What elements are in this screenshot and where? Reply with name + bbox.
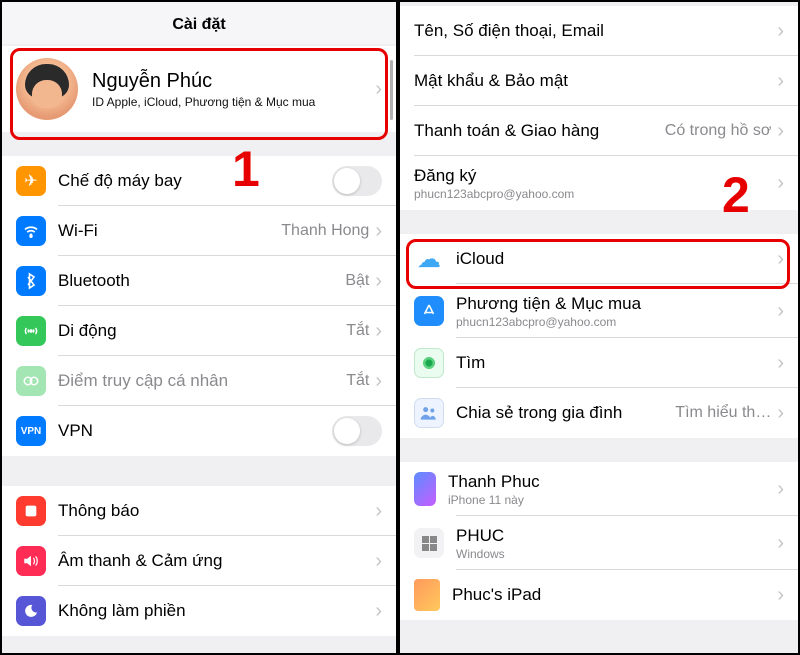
row-label: Chia sẻ trong gia đình [456, 403, 675, 423]
device-windows-row[interactable]: PHUC Windows › [400, 516, 798, 570]
row-label: VPN [58, 421, 332, 441]
page-title: Cài đặt [2, 2, 396, 44]
chevron-right-icon: › [375, 550, 382, 573]
chevron-right-icon: › [777, 532, 784, 555]
notifications-row[interactable]: Thông báo › [2, 486, 396, 536]
vpn-icon: VPN [16, 416, 46, 446]
appstore-icon [414, 296, 444, 326]
chevron-right-icon: › [375, 320, 382, 343]
icloud-row[interactable]: ☁ iCloud › [400, 234, 798, 284]
row-subtitle: phucn123abcpro@yahoo.com [414, 187, 777, 201]
find-icon [414, 348, 444, 378]
dnd-row[interactable]: Không làm phiền › [2, 586, 396, 636]
row-label: Bluetooth [58, 271, 345, 291]
row-label: Di động [58, 321, 346, 341]
row-label: Không làm phiền [58, 601, 375, 621]
apple-id-profile-row[interactable]: Nguyễn Phúc ID Apple, iCloud, Phương tiệ… [2, 46, 396, 132]
row-label: Điểm truy cập cá nhân [58, 371, 346, 391]
apple-id-panel-right: Tên, Số điện thoại, Email › Mật khẩu & B… [400, 2, 798, 653]
chevron-right-icon: › [375, 500, 382, 523]
chevron-right-icon: › [777, 172, 784, 195]
row-subtitle: iPhone 11 này [448, 493, 777, 507]
row-subtitle: phucn123abcpro@yahoo.com [456, 315, 777, 329]
row-label: iCloud [456, 249, 777, 269]
row-label: Phương tiện & Mục mua [456, 294, 777, 314]
profile-name: Nguyễn Phúc [92, 70, 375, 93]
chevron-right-icon: › [375, 370, 382, 393]
dnd-icon [16, 596, 46, 626]
hotspot-icon [16, 366, 46, 396]
icloud-icon: ☁ [414, 244, 444, 274]
wifi-row[interactable]: Wi-Fi Thanh Hong › [2, 206, 396, 256]
notif-icon [16, 496, 46, 526]
settings-panel-left: Cài đặt Nguyễn Phúc ID Apple, iCloud, Ph… [2, 2, 400, 653]
chevron-right-icon: › [777, 70, 784, 93]
find-my-row[interactable]: Tìm › [400, 338, 798, 388]
chevron-right-icon: › [777, 352, 784, 375]
device-ipad-row[interactable]: Phuc's iPad › [400, 570, 798, 620]
sounds-row[interactable]: Âm thanh & Cảm ứng › [2, 536, 396, 586]
password-security-row[interactable]: Mật khẩu & Bảo mật › [400, 56, 798, 106]
chevron-right-icon: › [777, 20, 784, 43]
row-label: Tên, Số điện thoại, Email [414, 21, 777, 41]
row-label: Wi-Fi [58, 221, 281, 241]
ipad-icon [414, 579, 440, 611]
airplane-icon: ✈ [16, 166, 46, 196]
cellular-row[interactable]: Di động Tắt › [2, 306, 396, 356]
chevron-right-icon: › [777, 248, 784, 271]
scrollbar[interactable] [390, 60, 393, 120]
bluetooth-row[interactable]: Bluetooth Bật › [2, 256, 396, 306]
chevron-right-icon: › [375, 78, 382, 101]
row-value: Tìm hiểu th… [675, 404, 771, 422]
media-purchases-row[interactable]: Phương tiện & Mục mua phucn123abcpro@yah… [400, 284, 798, 338]
family-icon [414, 398, 444, 428]
row-label: Âm thanh & Cảm ứng [58, 551, 375, 571]
payment-shipping-row[interactable]: Thanh toán & Giao hàng Có trong hồ sơ › [400, 106, 798, 156]
family-sharing-row[interactable]: Chia sẻ trong gia đình Tìm hiểu th… › [400, 388, 798, 438]
chevron-right-icon: › [777, 478, 784, 501]
name-phone-email-row[interactable]: Tên, Số điện thoại, Email › [400, 6, 798, 56]
chevron-right-icon: › [777, 584, 784, 607]
row-label: Thanh toán & Giao hàng [414, 121, 665, 141]
row-value: Có trong hồ sơ [665, 122, 772, 140]
airplane-toggle[interactable] [332, 166, 382, 196]
row-subtitle: Windows [456, 547, 777, 561]
vpn-toggle[interactable] [332, 416, 382, 446]
row-label: Phuc's iPad [452, 585, 777, 605]
row-value: Tắt [346, 322, 369, 340]
row-value: Bật [345, 272, 369, 290]
subscriptions-row[interactable]: Đăng ký phucn123abcpro@yahoo.com › [400, 156, 798, 210]
row-label: PHUC [456, 526, 777, 546]
vpn-row[interactable]: VPN VPN [2, 406, 396, 456]
hotspot-row[interactable]: Điểm truy cập cá nhân Tắt › [2, 356, 396, 406]
wifi-icon [16, 216, 46, 246]
chevron-right-icon: › [375, 270, 382, 293]
row-label: Thanh Phuc [448, 472, 777, 492]
row-label: Chế độ máy bay [58, 171, 332, 191]
bluetooth-icon [16, 266, 46, 296]
chevron-right-icon: › [777, 120, 784, 143]
phone-icon [414, 472, 436, 506]
row-label: Tìm [456, 353, 777, 373]
chevron-right-icon: › [375, 600, 382, 623]
row-label: Thông báo [58, 501, 375, 521]
row-label: Đăng ký [414, 166, 777, 186]
row-label: Mật khẩu & Bảo mật [414, 71, 777, 91]
chevron-right-icon: › [375, 220, 382, 243]
cellular-icon [16, 316, 46, 346]
row-value: Thanh Hong [281, 222, 369, 240]
device-iphone-row[interactable]: Thanh Phuc iPhone 11 này › [400, 462, 798, 516]
sound-icon [16, 546, 46, 576]
windows-icon [414, 528, 444, 558]
profile-subtitle: ID Apple, iCloud, Phương tiện & Mục mua [92, 95, 375, 109]
avatar [16, 58, 78, 120]
chevron-right-icon: › [777, 402, 784, 425]
row-value: Tắt [346, 372, 369, 390]
chevron-right-icon: › [777, 300, 784, 323]
airplane-mode-row[interactable]: ✈ Chế độ máy bay [2, 156, 396, 206]
